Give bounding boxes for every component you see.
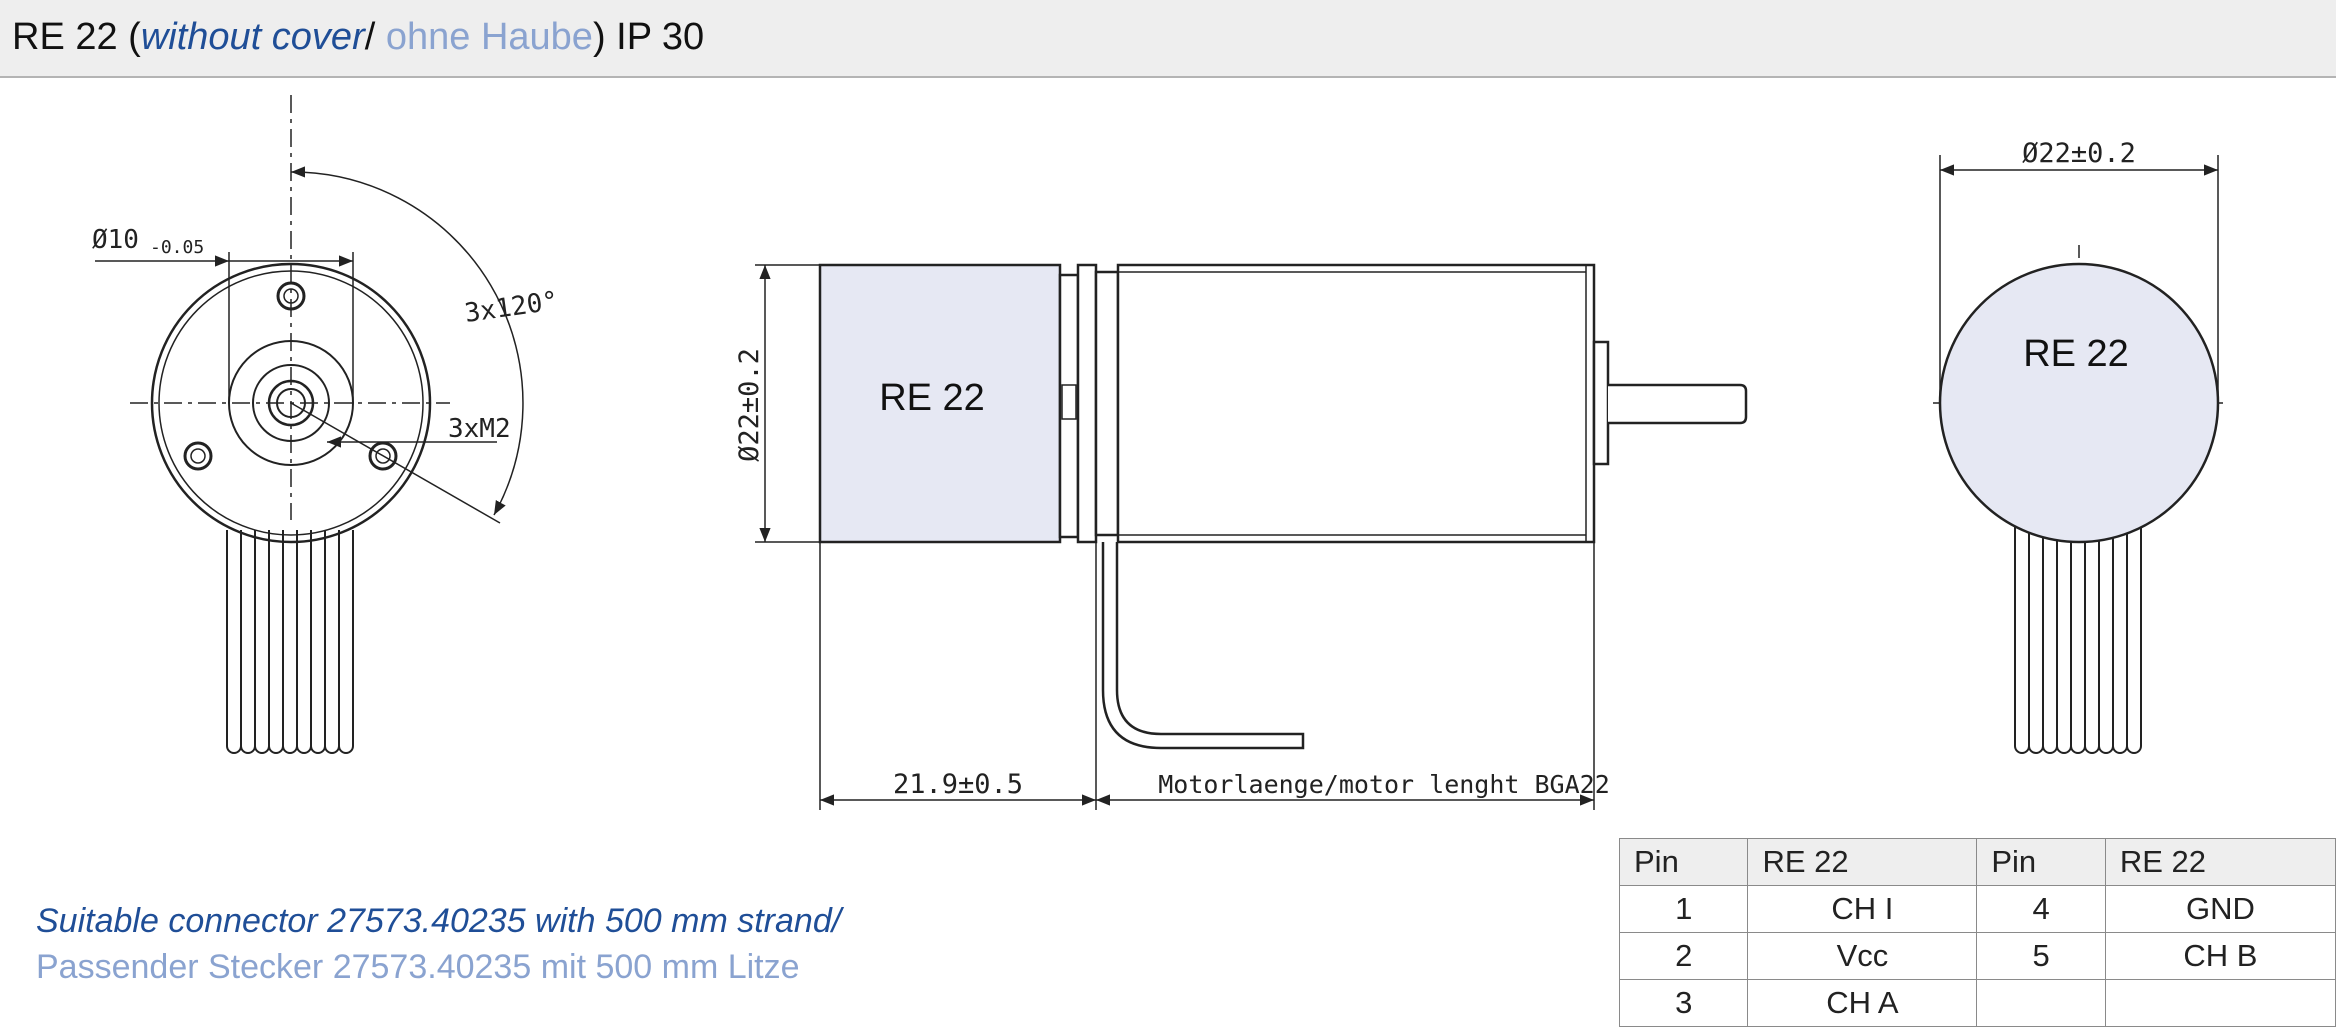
end-encoder-label: RE 22	[2023, 333, 2129, 375]
pin-signal-cell: GND	[2104, 885, 2336, 933]
bearing-boss	[1592, 340, 1610, 466]
end-view	[1933, 155, 2225, 754]
pin-number-cell: 5	[1976, 932, 2106, 980]
front-diameter-tolerance: -0.05	[150, 237, 204, 258]
connector-note: Suitable connector 27573.40235 with 500 …	[36, 898, 841, 990]
pin-table-header: RE 22	[2104, 838, 2336, 886]
motor-shaft	[1608, 383, 1748, 425]
pin-table-header: RE 22	[1747, 838, 1978, 886]
front-angle-label: 3x120°	[463, 286, 560, 329]
side-encoder-label: RE 22	[879, 377, 985, 419]
end-encoder-disc	[1938, 262, 2220, 544]
end-diameter-label: Ø22±0.2	[2022, 138, 2136, 169]
pin-number-cell: 2	[1618, 932, 1749, 980]
motor-length-label: Motorlaenge/motor lenght BGA22	[1158, 770, 1610, 799]
angle-arc	[290, 166, 524, 516]
table-row: 3 CH A	[1618, 979, 2336, 1027]
pin-signal-cell: CH A	[1747, 979, 1978, 1027]
end-cable-strands	[2014, 515, 2142, 754]
pin-table: Pin RE 22 Pin RE 22 1 CH I 4 GND 2 Vcc 5…	[1618, 838, 2336, 1027]
pin-signal-cell: Vcc	[1747, 932, 1978, 980]
mounting-hole-left-inner	[190, 448, 206, 464]
encoder-length-label: 21.9±0.5	[893, 769, 1023, 800]
pin-number-cell: 1	[1618, 885, 1749, 933]
table-row: 1 CH I 4 GND	[1618, 885, 2336, 933]
motor-body	[1116, 263, 1596, 544]
connector-note-en: Suitable connector 27573.40235 with 500 …	[36, 902, 842, 940]
table-row: 2 Vcc 5 CH B	[1618, 932, 2336, 980]
mounting-hole-left	[183, 441, 213, 471]
pin-number-cell	[1976, 979, 2106, 1027]
pin-signal-cell: CH B	[2104, 932, 2336, 980]
side-diameter-label: Ø22±0.2	[734, 348, 765, 462]
pin-number-cell: 4	[1976, 885, 2106, 933]
encoder-flange-notch	[1061, 384, 1077, 420]
side-cable	[1101, 542, 1305, 750]
spacer-disk-1	[1076, 263, 1098, 544]
pin-table-header: Pin	[1618, 838, 1749, 886]
front-diameter-label: Ø10	[92, 225, 139, 255]
spacer-disk-2	[1094, 270, 1120, 537]
front-cable-strands	[226, 530, 354, 754]
pin-signal-cell	[2104, 979, 2336, 1027]
side-view	[755, 263, 1748, 810]
pin-table-header: Pin	[1976, 838, 2106, 886]
pin-number-cell: 3	[1618, 979, 1749, 1027]
pin-table-header-row: Pin RE 22 Pin RE 22	[1618, 838, 2336, 886]
pin-signal-cell: CH I	[1747, 885, 1978, 933]
connector-note-de: Passender Stecker 27573.40235 mit 500 mm…	[36, 948, 800, 986]
front-screw-label: 3xM2	[448, 414, 511, 444]
